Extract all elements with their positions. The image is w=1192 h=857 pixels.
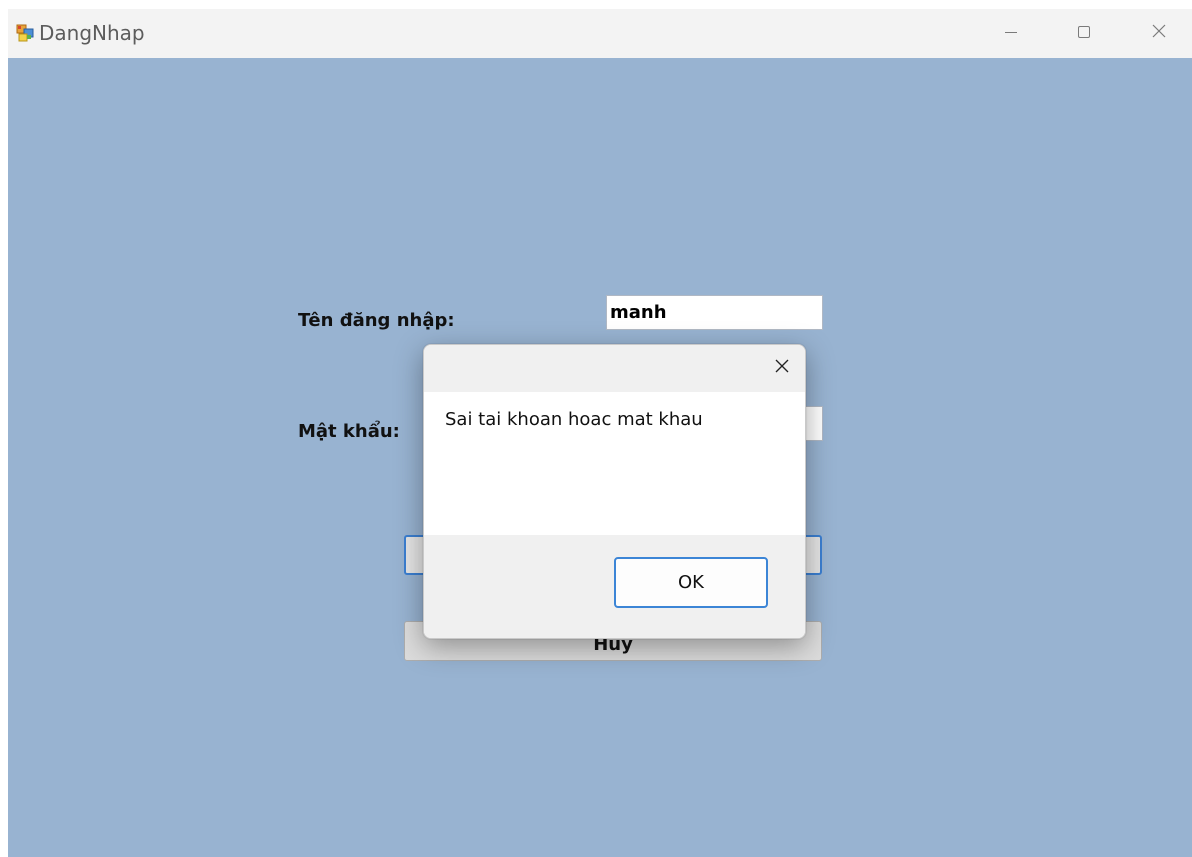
message-box-close-button[interactable] (759, 345, 805, 392)
window-title: DangNhap (39, 21, 145, 45)
password-label: Mật khẩu: (298, 421, 400, 442)
close-icon (1152, 24, 1166, 43)
error-message-box: Sai tai khoan hoac mat khau OK (423, 344, 806, 639)
ok-button[interactable]: OK (614, 557, 768, 608)
message-box-footer: OK (424, 535, 805, 638)
window-titlebar[interactable]: DangNhap (8, 9, 1192, 58)
message-text: Sai tai khoan hoac mat khau (445, 409, 703, 430)
close-button[interactable] (1136, 9, 1182, 58)
minimize-button[interactable] (988, 9, 1034, 58)
minimize-icon (1005, 25, 1017, 43)
maximize-button[interactable] (1061, 9, 1107, 58)
winforms-app-icon (16, 24, 34, 42)
message-box-titlebar[interactable] (424, 345, 805, 392)
username-input[interactable]: manh (606, 295, 823, 330)
maximize-icon (1078, 25, 1090, 43)
close-icon (775, 359, 789, 378)
username-label: Tên đăng nhập: (298, 310, 455, 331)
